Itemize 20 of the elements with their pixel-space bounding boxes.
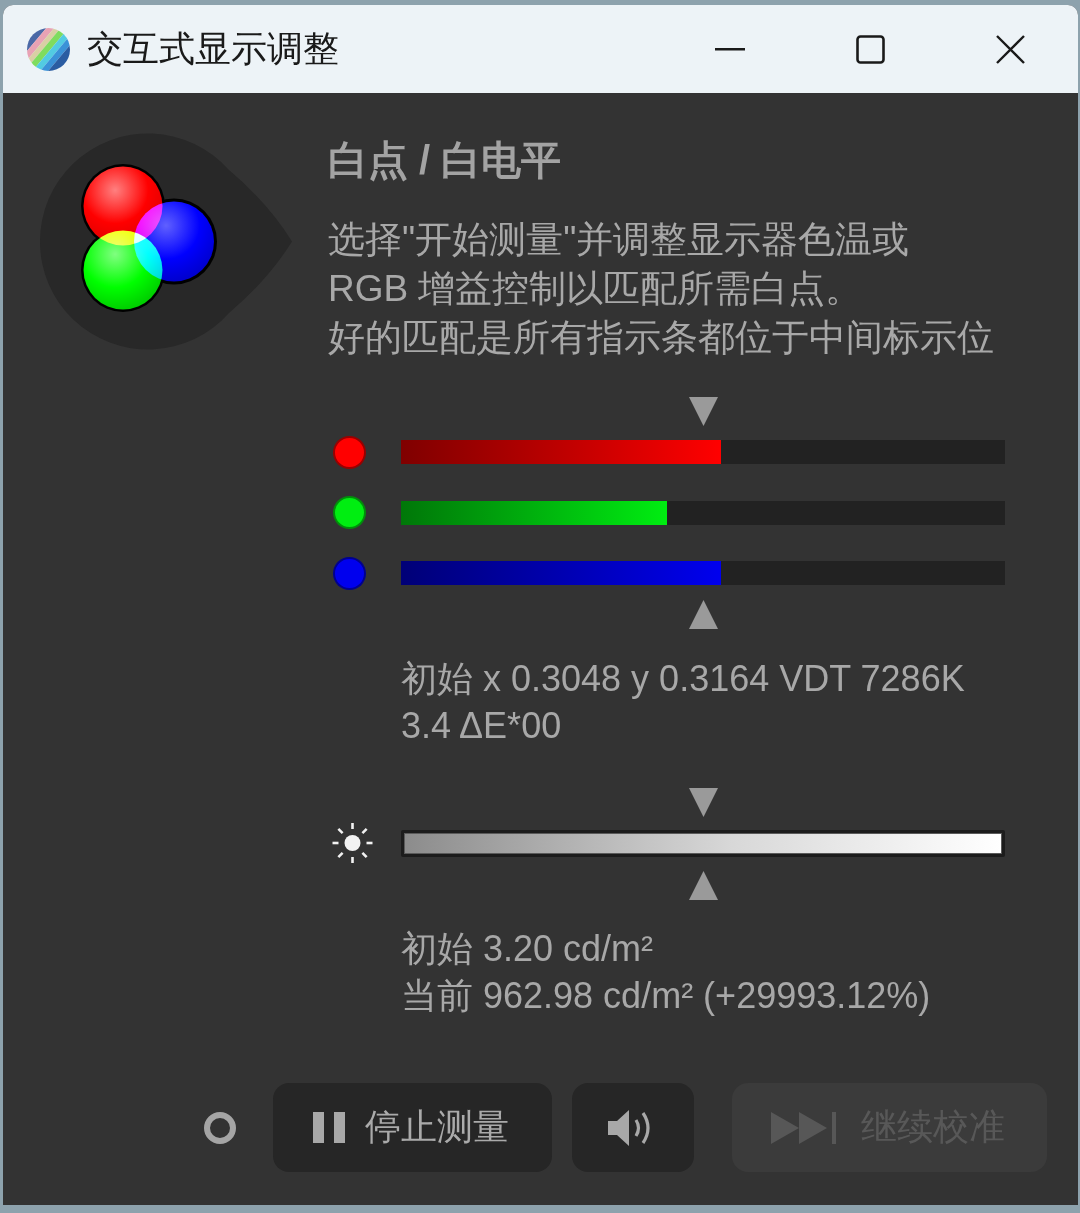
status-ring-icon	[203, 1110, 237, 1145]
target-marker-icon	[688, 788, 718, 817]
maximize-icon	[855, 34, 885, 64]
target-marker-icon	[688, 871, 718, 900]
stop-measurement-button[interactable]: 停止测量	[273, 1083, 552, 1172]
skip-forward-icon	[771, 1111, 839, 1144]
app-logo-icon	[27, 27, 70, 71]
section-heading: 白点 / 白电平	[328, 137, 562, 184]
chromaticity-reading: 初始 x 0.3048 y 0.3164 VDT 7286K 3.4 ΔE*00	[401, 657, 965, 748]
close-icon	[995, 34, 1025, 64]
rgb-circles-icon	[38, 133, 292, 350]
instruction-text: 选择"开始测量"并调整显示器色温或 RGB 增益控制以匹配所需白点。 好的匹配是所有指示条都位于中间标示位	[328, 218, 994, 360]
minimize-icon	[715, 47, 745, 51]
sound-button[interactable]	[572, 1083, 694, 1172]
target-marker-icon	[688, 600, 718, 629]
target-marker-icon	[688, 397, 718, 426]
sun-icon	[331, 821, 374, 865]
window-title: 交互式显示调整	[87, 26, 339, 71]
pause-icon	[313, 1112, 345, 1143]
luminance-reading: 初始 3.20 cd/m² 当前 962.98 cd/m² (+29993.12%)	[401, 927, 931, 1018]
